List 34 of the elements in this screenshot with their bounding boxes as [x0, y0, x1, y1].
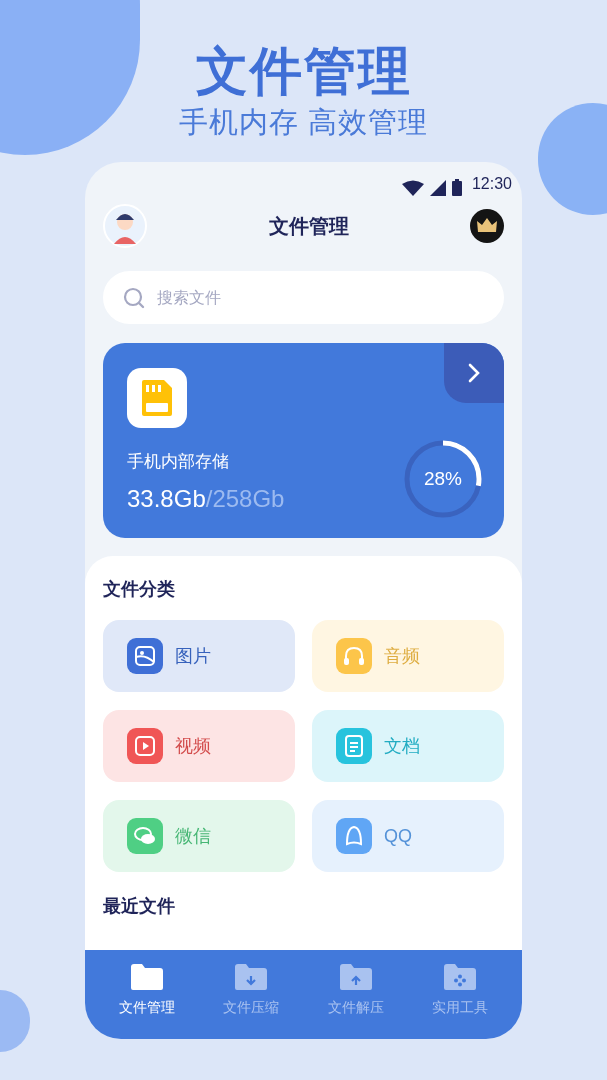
storage-usage: 33.8Gb/258Gb	[127, 484, 285, 514]
storage-name: 手机内部存储	[127, 451, 229, 473]
app-title: 文件管理	[268, 214, 349, 239]
folder-down-arrow-icon	[234, 963, 269, 991]
crown-icon[interactable]	[470, 209, 504, 243]
category-tile[interactable]: 音频	[312, 620, 504, 692]
sd-card-icon	[142, 380, 172, 416]
search-field[interactable]: 搜索文件	[103, 271, 504, 324]
category-tile[interactable]: 微信	[103, 800, 295, 872]
folder-dots-icon	[442, 963, 477, 991]
storage-card[interactable]: 手机内部存储 33.8Gb/258Gb 28%	[103, 343, 504, 538]
clock: 12:30	[471, 174, 512, 194]
folder-up-arrow-icon	[338, 963, 373, 991]
search-icon	[123, 286, 145, 309]
avatar[interactable]	[103, 204, 147, 248]
subheadline: 手机内存 高效管理	[178, 105, 429, 140]
battery-icon	[451, 179, 462, 196]
section-title: 文件分类	[103, 578, 176, 601]
nav-tab[interactable]: 文件解压	[303, 963, 408, 1018]
percent-label: 28%	[423, 467, 463, 491]
category-tile[interactable]: 文档	[312, 710, 504, 782]
nav-tab[interactable]: 文件压缩	[199, 963, 304, 1018]
arrow-button[interactable]	[444, 343, 504, 403]
signal-icon	[429, 180, 446, 196]
category-tile[interactable]: QQ	[312, 800, 504, 872]
category-tile[interactable]: 视频	[103, 710, 295, 782]
headline: 文件管理	[195, 41, 412, 102]
wifi-icon	[401, 180, 424, 196]
folder-icon	[130, 963, 165, 991]
section-title: 最近文件	[103, 895, 176, 918]
nav-tab[interactable]: 实用工具	[407, 963, 512, 1018]
nav-tab[interactable]: 文件管理	[95, 963, 200, 1018]
chevron-icon	[468, 363, 480, 383]
category-tile[interactable]: 图片	[103, 620, 295, 692]
